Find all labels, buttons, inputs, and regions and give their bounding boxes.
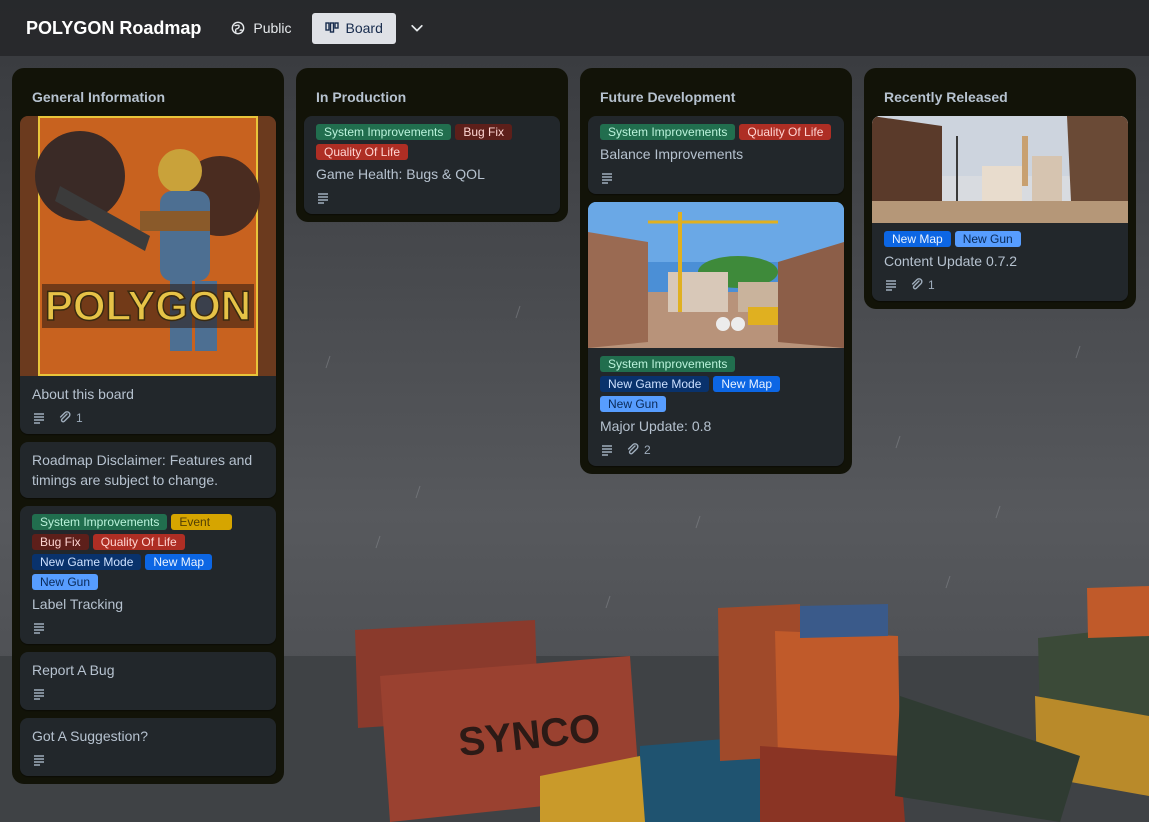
card-balance-improvements[interactable]: System Improvements Quality Of Life Bala… [588, 116, 844, 194]
label-quality-of-life[interactable]: Quality Of Life [739, 124, 832, 140]
label-new-map[interactable]: New Map [884, 231, 951, 247]
card-roadmap-disclaimer[interactable]: Roadmap Disclaimer: Features and timings… [20, 442, 276, 498]
list-future-development: Future Development System Improvements Q… [580, 68, 852, 474]
card-badges: 1 [32, 410, 264, 426]
card-labels: System Improvements Event Bug Fix Qualit… [32, 514, 264, 590]
description-icon [318, 193, 328, 204]
description-icon [34, 413, 44, 424]
list-in-production: In Production System Improvements Bug Fi… [296, 68, 568, 222]
board-title[interactable]: POLYGON Roadmap [26, 18, 201, 39]
card-content-update[interactable]: New Map New Gun Content Update 0.7.2 1 [872, 116, 1128, 301]
list-title[interactable]: General Information [20, 76, 276, 116]
card-labels: System Improvements Quality Of Life [600, 124, 832, 140]
list-title[interactable]: Future Development [588, 76, 844, 116]
label-system-improvements[interactable]: System Improvements [600, 356, 736, 372]
card-title: Balance Improvements [600, 146, 744, 162]
card-about-this-board[interactable]: POLYGON About this board 1 [20, 116, 276, 434]
card-major-update[interactable]: System Improvements New Game Mode New Ma… [588, 202, 844, 466]
label-new-map[interactable]: New Map [145, 554, 213, 570]
label-new-game-mode[interactable]: New Game Mode [32, 554, 142, 570]
description-icon [34, 689, 44, 700]
chevron-down-icon[interactable] [410, 21, 424, 35]
card-badges: 1 [884, 277, 1116, 293]
globe-icon [231, 21, 245, 35]
card-title: Report A Bug [32, 662, 115, 678]
card-label-tracking[interactable]: System Improvements Event Bug Fix Qualit… [20, 506, 276, 644]
card-title: Roadmap Disclaimer: Features and timings… [32, 452, 253, 488]
description-icon [886, 280, 896, 291]
list-title[interactable]: In Production [304, 76, 560, 116]
card-title: Label Tracking [32, 596, 124, 612]
label-system-improvements[interactable]: System Improvements [32, 514, 168, 530]
card-cover-image: POLYGON [20, 116, 276, 376]
paperclip-icon [627, 443, 639, 455]
attachment-count: 1 [76, 411, 83, 425]
attachment-badge: 2 [626, 443, 651, 457]
card-cover-image [872, 116, 1128, 223]
label-quality-of-life[interactable]: Quality Of Life [316, 144, 409, 160]
description-icon [34, 623, 44, 634]
card-badges [32, 752, 264, 768]
view-label: Board [345, 20, 383, 36]
board-header: POLYGON Roadmap Public Board [0, 0, 1149, 56]
card-game-health[interactable]: System Improvements Bug Fix Quality Of L… [304, 116, 560, 214]
label-system-improvements[interactable]: System Improvements [600, 124, 736, 140]
card-title: Got A Suggestion? [32, 728, 148, 744]
attachment-badge: 1 [910, 278, 935, 292]
card-title: Major Update: 0.8 [600, 418, 712, 434]
label-new-gun[interactable]: New Gun [600, 396, 667, 412]
description-icon [34, 755, 44, 766]
card-labels: System Improvements Bug Fix Quality Of L… [316, 124, 548, 160]
card-title: About this board [32, 386, 134, 402]
card-badges: 2 [600, 442, 832, 458]
paperclip-icon [911, 278, 923, 290]
card-badges [600, 170, 832, 186]
card-badges [316, 190, 548, 206]
list-title[interactable]: Recently Released [872, 76, 1128, 116]
label-new-gun[interactable]: New Gun [32, 574, 99, 590]
attachment-badge: 1 [58, 411, 83, 425]
card-title: Game Health: Bugs & QOL [316, 166, 485, 182]
card-badges [32, 620, 264, 636]
card-badges [32, 686, 264, 702]
list-general-information: General Information POLYGON About this b… [12, 68, 284, 784]
board-view-button[interactable]: Board [311, 12, 396, 44]
label-new-map[interactable]: New Map [713, 376, 781, 392]
attachment-count: 1 [928, 278, 935, 292]
label-new-gun[interactable]: New Gun [954, 231, 1021, 247]
visibility-label: Public [253, 20, 292, 36]
list-recently-released: Recently Released New Map New Gun Conten… [864, 68, 1136, 309]
paperclip-icon [59, 411, 71, 423]
label-bug-fix[interactable]: Bug Fix [455, 124, 513, 140]
card-labels: New Map New Gun [884, 231, 1116, 247]
label-system-improvements[interactable]: System Improvements [316, 124, 452, 140]
label-new-game-mode[interactable]: New Game Mode [600, 376, 710, 392]
card-labels: System Improvements New Game Mode New Ma… [600, 356, 832, 412]
label-event[interactable]: Event [171, 514, 233, 530]
attachment-count: 2 [644, 443, 651, 457]
label-bug-fix[interactable]: Bug Fix [32, 534, 89, 550]
visibility-button[interactable]: Public [231, 20, 292, 36]
board-view-icon [324, 22, 339, 33]
card-title: Content Update 0.7.2 [884, 253, 1018, 269]
cover-logo-text: POLYGON [45, 282, 251, 329]
card-cover-image [588, 202, 844, 348]
description-icon [602, 445, 612, 456]
svg-text:SYNCO: SYNCO [456, 706, 602, 765]
label-quality-of-life[interactable]: Quality Of Life [92, 534, 185, 550]
card-report-a-bug[interactable]: Report A Bug [20, 652, 276, 710]
card-got-a-suggestion[interactable]: Got A Suggestion? [20, 718, 276, 776]
description-icon [602, 173, 612, 184]
